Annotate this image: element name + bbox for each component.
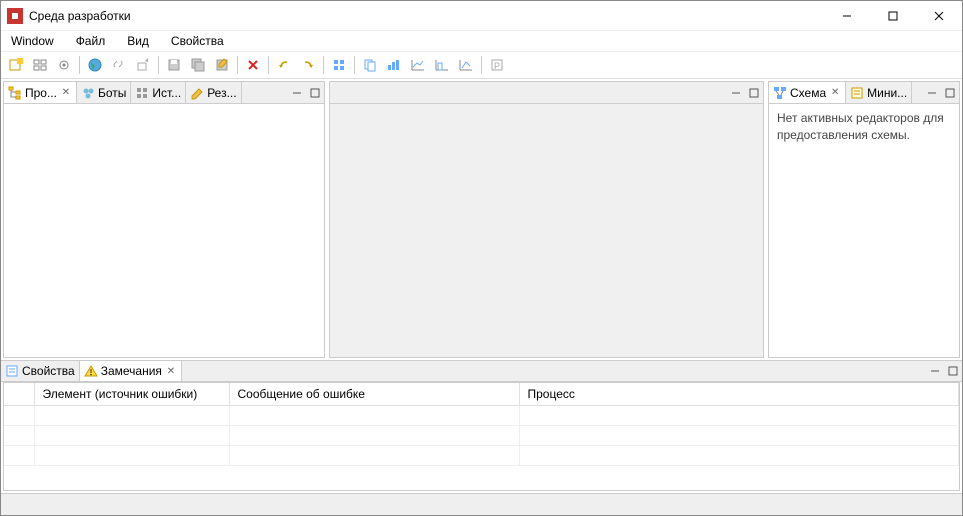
copy-button[interactable] bbox=[359, 54, 381, 76]
minimize-button[interactable] bbox=[824, 1, 870, 31]
results-icon bbox=[190, 86, 204, 100]
remarks-table: Элемент (источник ошибки) Сообщение об о… bbox=[4, 383, 959, 466]
window-title: Среда разработки bbox=[29, 9, 131, 23]
menubar: Window Файл Вид Свойства bbox=[1, 31, 962, 51]
tab-properties[interactable]: Свойства bbox=[1, 360, 80, 382]
chart1-button[interactable] bbox=[383, 54, 405, 76]
warning-icon bbox=[84, 364, 98, 378]
tab-history[interactable]: Ист... bbox=[131, 82, 186, 104]
no-editor-message: Нет активных редакторов для предоставлен… bbox=[777, 111, 944, 142]
layout-button[interactable] bbox=[29, 54, 51, 76]
workspace: Про... ✕ Боты Ист... Рез... bbox=[1, 79, 962, 515]
save-all-button[interactable] bbox=[187, 54, 209, 76]
minimize-icon[interactable] bbox=[289, 85, 305, 101]
new-project-button[interactable] bbox=[5, 54, 27, 76]
tab-bots[interactable]: Боты bbox=[77, 82, 131, 104]
col-process[interactable]: Процесс bbox=[519, 383, 959, 406]
table-row[interactable] bbox=[4, 406, 959, 426]
chart4-button[interactable] bbox=[455, 54, 477, 76]
maximize-button[interactable] bbox=[870, 1, 916, 31]
maximize-icon[interactable] bbox=[942, 85, 958, 101]
toolbar: P bbox=[1, 51, 962, 79]
redo-button[interactable] bbox=[297, 54, 319, 76]
bots-icon bbox=[81, 86, 95, 100]
maximize-icon[interactable] bbox=[307, 85, 323, 101]
close-icon[interactable]: ✕ bbox=[829, 87, 841, 99]
col-message[interactable]: Сообщение об ошибке bbox=[229, 383, 519, 406]
chart2-button[interactable] bbox=[407, 54, 429, 76]
undo-button[interactable] bbox=[273, 54, 295, 76]
close-icon[interactable]: ✕ bbox=[165, 365, 177, 377]
titlebar: Среда разработки bbox=[1, 1, 962, 31]
minimize-icon[interactable] bbox=[927, 363, 943, 379]
menu-properties[interactable]: Свойства bbox=[167, 32, 228, 50]
tab-remarks[interactable]: Замечания ✕ bbox=[80, 361, 182, 383]
grid-button[interactable] bbox=[328, 54, 350, 76]
minimap-icon bbox=[850, 86, 864, 100]
left-panel: Про... ✕ Боты Ист... Рез... bbox=[3, 81, 325, 358]
tab-projects[interactable]: Про... ✕ bbox=[4, 82, 77, 104]
maximize-icon[interactable] bbox=[746, 85, 762, 101]
schema-icon bbox=[773, 86, 787, 100]
statusbar bbox=[1, 493, 962, 515]
minimize-icon[interactable] bbox=[924, 85, 940, 101]
bottom-panel: Свойства Замечания ✕ Элемент (источник о… bbox=[1, 360, 962, 515]
menu-file[interactable]: Файл bbox=[72, 32, 110, 50]
delete-button[interactable] bbox=[242, 54, 264, 76]
save-edit-button[interactable] bbox=[211, 54, 233, 76]
menu-view[interactable]: Вид bbox=[123, 32, 153, 50]
app-icon bbox=[7, 8, 23, 24]
close-icon[interactable]: ✕ bbox=[60, 87, 72, 99]
chart3-button[interactable] bbox=[431, 54, 453, 76]
right-panel-body: Нет активных редакторов для предоставлен… bbox=[769, 104, 959, 357]
tab-minimap[interactable]: Мини... bbox=[846, 82, 912, 104]
left-panel-body bbox=[4, 104, 324, 357]
editor-body bbox=[330, 104, 763, 357]
col-element[interactable]: Элемент (источник ошибки) bbox=[34, 383, 229, 406]
properties-icon bbox=[5, 364, 19, 378]
maximize-icon[interactable] bbox=[945, 363, 961, 379]
tab-results[interactable]: Рез... bbox=[186, 82, 241, 104]
link-button[interactable] bbox=[108, 54, 130, 76]
globe-button[interactable] bbox=[84, 54, 106, 76]
right-panel: Схема ✕ Мини... Нет активных редакторов … bbox=[768, 81, 960, 358]
settings-button[interactable] bbox=[53, 54, 75, 76]
tree-icon bbox=[8, 86, 22, 100]
save-button[interactable] bbox=[163, 54, 185, 76]
export-button[interactable] bbox=[132, 54, 154, 76]
table-row[interactable] bbox=[4, 426, 959, 446]
editor-panel bbox=[329, 81, 764, 358]
p-button[interactable]: P bbox=[486, 54, 508, 76]
svg-text:P: P bbox=[494, 61, 500, 71]
table-row[interactable] bbox=[4, 446, 959, 466]
col-icon[interactable] bbox=[4, 383, 34, 406]
minimize-icon[interactable] bbox=[728, 85, 744, 101]
history-icon bbox=[135, 86, 149, 100]
tab-schema[interactable]: Схема ✕ bbox=[769, 82, 846, 104]
menu-window[interactable]: Window bbox=[7, 32, 58, 50]
close-button[interactable] bbox=[916, 1, 962, 31]
